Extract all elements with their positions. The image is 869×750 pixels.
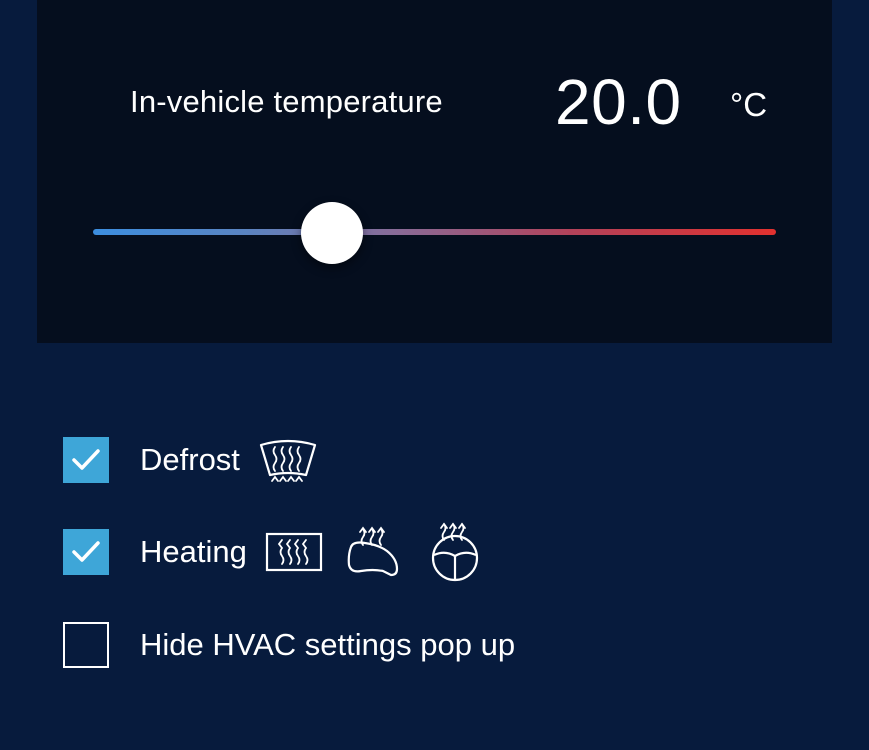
hide-hvac-popup-option[interactable]: Hide HVAC settings pop up — [63, 621, 515, 669]
temperature-slider-track[interactable] — [93, 229, 776, 235]
defrost-option[interactable]: Defrost — [63, 436, 319, 484]
hide-hvac-popup-label: Hide HVAC settings pop up — [140, 627, 516, 662]
defrost-label: Defrost — [140, 442, 240, 477]
checkmark-icon — [72, 449, 100, 470]
temperature-slider-thumb[interactable] — [301, 202, 364, 264]
heating-label: Heating — [140, 534, 247, 569]
hide-hvac-popup-checkbox[interactable] — [63, 622, 109, 668]
temperature-label: In-vehicle temperature — [130, 84, 443, 119]
front-defrost-icon — [257, 437, 319, 483]
heating-checkbox[interactable] — [63, 529, 109, 575]
temperature-panel: In-vehicle temperature 20.0 °C — [37, 0, 832, 343]
temperature-value: 20.0 — [555, 66, 682, 138]
checkmark-icon — [72, 541, 100, 562]
temperature-unit: °C — [730, 86, 768, 123]
rear-defrost-icon — [265, 531, 323, 573]
defrost-checkbox[interactable] — [63, 437, 109, 483]
heated-seat-icon — [345, 525, 403, 579]
heating-option[interactable]: Heating — [63, 522, 481, 582]
heated-steering-wheel-icon — [429, 522, 481, 582]
